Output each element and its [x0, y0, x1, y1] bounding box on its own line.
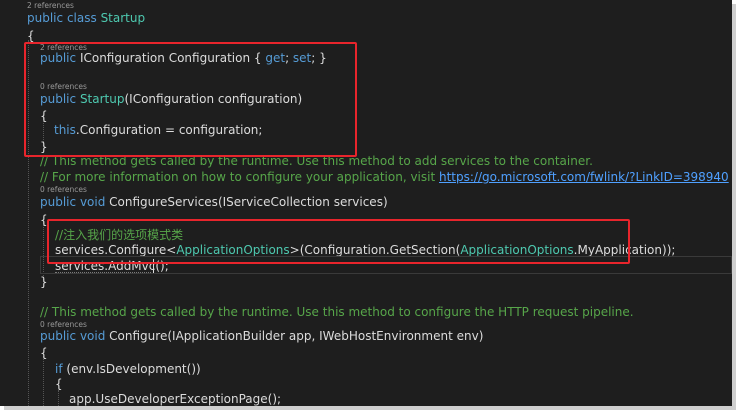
keyword: void	[79, 329, 106, 343]
annotation-box-property-constructor	[24, 42, 357, 157]
method-name: ConfigureServices	[109, 195, 218, 209]
type-name: IWebHostEnvironment	[319, 329, 453, 343]
keyword: void	[79, 195, 106, 209]
method-name: UseDeveloperExceptionPage	[95, 392, 268, 406]
parameter-name: app	[69, 392, 92, 406]
parameter-name: services	[333, 195, 383, 209]
class-name: Startup	[100, 11, 146, 25]
code-line: app.UseDeveloperExceptionPage();	[69, 392, 282, 406]
type-name: IServiceCollection	[222, 195, 330, 209]
code-line: if (env.IsDevelopment())	[55, 362, 201, 376]
code-line: {	[55, 377, 63, 391]
annotation-box-configure-options	[47, 219, 630, 264]
member-name: IsDevelopment	[96, 362, 187, 376]
comment-line: // This method gets called by the runtim…	[40, 305, 634, 319]
comment-text: // For more information on how to config…	[40, 170, 439, 184]
code-line: {	[40, 346, 48, 360]
code-line: public void Configure(IApplicationBuilde…	[40, 329, 484, 343]
parameter-name: env	[456, 329, 479, 343]
comment-link[interactable]: https://go.microsoft.com/fwlink/?LinkID=…	[439, 170, 729, 184]
keyword: public	[27, 11, 64, 25]
indent-guide	[43, 356, 44, 406]
page-shadow	[732, 4, 736, 410]
keyword: public	[40, 329, 77, 343]
parameter-name: app	[288, 329, 312, 343]
type-name: IApplicationBuilder	[172, 329, 286, 343]
warning-squiggle	[55, 270, 151, 273]
method-name: Configure	[109, 329, 168, 343]
code-editor[interactable]: 2 references public class Startup { 2 re…	[0, 0, 732, 406]
code-line: }	[40, 275, 48, 289]
keyword: class	[66, 11, 97, 25]
page-shadow	[4, 406, 736, 410]
comment-line: // For more information on how to config…	[40, 167, 729, 187]
code-line: public class Startup	[27, 8, 145, 28]
parameter-name: env	[71, 362, 93, 376]
code-line: public void ConfigureServices(IServiceCo…	[40, 195, 388, 209]
keyword: public	[40, 195, 77, 209]
